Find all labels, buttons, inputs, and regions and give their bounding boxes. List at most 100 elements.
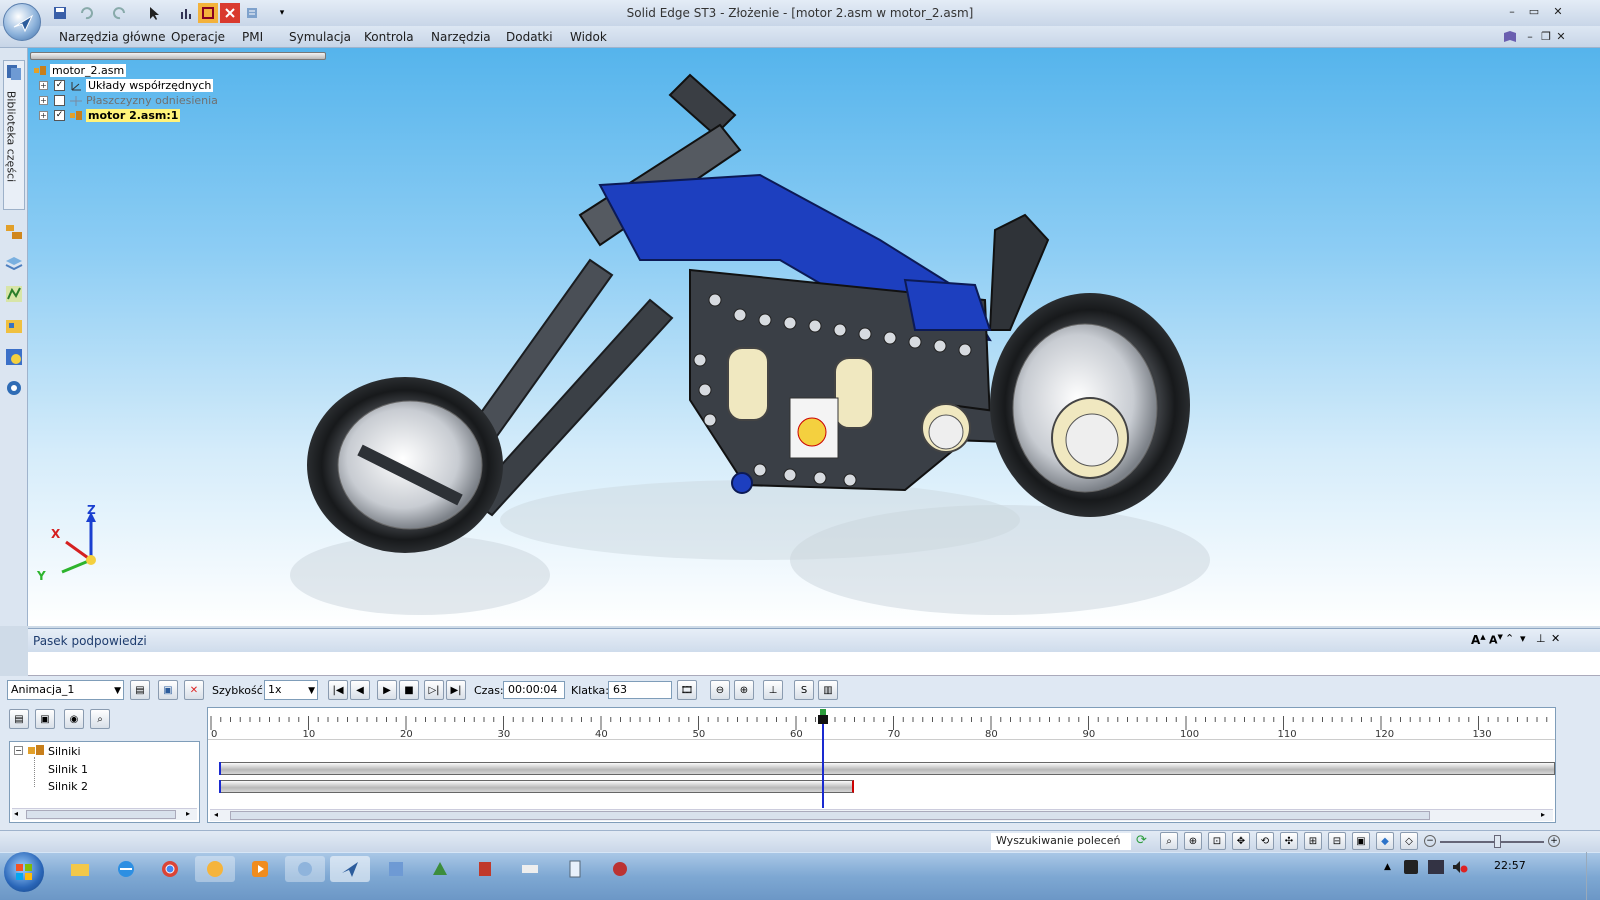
minimize-button[interactable]: – — [1504, 4, 1520, 20]
visibility-checkbox[interactable] — [54, 95, 65, 106]
fit-timeline-button[interactable]: ⊥ — [763, 680, 783, 700]
expand-icon[interactable]: + — [39, 111, 48, 120]
pan-icon[interactable]: ✥ — [1232, 832, 1250, 850]
close-hint-icon[interactable]: ✕ — [1551, 632, 1560, 645]
tray-expand-icon[interactable]: ▲ — [1384, 862, 1391, 872]
zoom-slider[interactable] — [1440, 841, 1544, 843]
expand-icon[interactable]: + — [39, 81, 48, 90]
family-icon[interactable] — [4, 316, 24, 336]
stop-button[interactable]: ■ — [399, 680, 419, 700]
timeline-hscrollbar[interactable]: ◂ ▸ — [210, 809, 1553, 821]
sketch-view-icon[interactable]: ⊟ — [1328, 832, 1346, 850]
tree-item-coordinate-systems[interactable]: + ✓ Układy współrzędnych — [33, 78, 233, 93]
3d-viewport[interactable] — [28, 48, 1600, 626]
tree-hscrollbar[interactable]: ◂ ▸ — [12, 808, 197, 820]
step-forward-button[interactable]: ▷| — [424, 680, 444, 700]
view-orient-icon[interactable]: ⊞ — [1304, 832, 1322, 850]
settings-gear-icon[interactable] — [4, 378, 24, 398]
tree-item-motor-asm[interactable]: + ✓ motor 2.asm:1 — [33, 108, 233, 123]
rendering-icon[interactable] — [4, 347, 24, 367]
go-to-start-button[interactable]: |◀ — [328, 680, 348, 700]
rotate-icon[interactable]: ⟲ — [1256, 832, 1274, 850]
shaded-icon[interactable]: ◆ — [1376, 832, 1394, 850]
app-task-icon-2[interactable] — [376, 856, 416, 882]
pin-icon[interactable]: ⊥ — [1536, 632, 1546, 645]
chevron-down-icon[interactable]: ▾ — [1520, 632, 1526, 645]
media-player-task-icon[interactable] — [240, 856, 280, 882]
collapse-up-icon[interactable]: ⌃ — [1505, 632, 1514, 645]
help-book-icon[interactable] — [1502, 29, 1518, 45]
start-button[interactable] — [4, 852, 44, 892]
app-task-icon[interactable] — [285, 856, 325, 882]
named-views-icon[interactable]: ▣ — [1352, 832, 1370, 850]
collapse-icon[interactable]: − — [14, 746, 23, 755]
command-search-input[interactable]: Wyszukiwanie poleceń — [991, 833, 1131, 850]
split-view-button[interactable]: ▥ — [818, 680, 838, 700]
scroll-right-icon[interactable]: ▸ — [186, 809, 190, 818]
add-motor-button[interactable]: ▤ — [9, 709, 29, 729]
application-button[interactable] — [3, 3, 41, 41]
scroll-right-icon[interactable]: ▸ — [1541, 810, 1545, 819]
speed-select[interactable]: 1x ▼ — [264, 680, 318, 700]
visibility-checkbox[interactable]: ✓ — [54, 80, 65, 91]
tab-dodatki[interactable]: Dodatki — [506, 30, 553, 44]
frame-field[interactable]: 63 — [608, 681, 672, 699]
font-increase-icon[interactable]: A▲ — [1471, 633, 1486, 647]
close-button[interactable]: ✕ — [1550, 4, 1566, 20]
timeline-ruler[interactable]: 0 10 20 30 40 50 60 70 80 90 100 110 120 130 — [208, 708, 1555, 740]
doc-close-button[interactable]: ✕ — [1553, 29, 1569, 45]
app-task-icon-5[interactable] — [510, 856, 550, 882]
spin-about-icon[interactable]: ✣ — [1280, 832, 1298, 850]
animation-select[interactable]: Animacja_1 ▼ — [7, 680, 124, 700]
tab-kontrola[interactable]: Kontrola — [364, 30, 414, 44]
tab-widok[interactable]: Widok — [570, 30, 607, 44]
tab-narzedzia[interactable]: Narzędzia — [431, 30, 491, 44]
camera-button[interactable]: ◉ — [64, 709, 84, 729]
motors-root-label[interactable]: Silniki — [48, 745, 81, 758]
maximize-button[interactable]: ▭ — [1526, 4, 1542, 20]
pathfinder-icon[interactable] — [4, 222, 24, 242]
solid-edge-task-icon[interactable] — [330, 856, 370, 882]
save-motors-button[interactable]: ▣ — [35, 709, 55, 729]
motorcycle-model[interactable] — [28, 48, 1600, 626]
timeline-tracks[interactable] — [208, 740, 1555, 810]
playhead-handle[interactable] — [818, 715, 828, 724]
wireframe-icon[interactable]: ◇ — [1400, 832, 1418, 850]
scroll-left-icon[interactable]: ◂ — [214, 810, 218, 819]
zoom-plus-icon[interactable]: + — [1548, 835, 1560, 847]
app-task-icon-7[interactable] — [600, 856, 640, 882]
motor-1-label[interactable]: Silnik 1 — [48, 763, 88, 776]
expand-icon[interactable]: + — [39, 96, 48, 105]
layers-icon[interactable] — [4, 253, 24, 273]
zoom-in-timeline-button[interactable]: ⊕ — [734, 680, 754, 700]
motor-2-label[interactable]: Silnik 2 — [48, 780, 88, 793]
scroll-thumb[interactable] — [26, 810, 176, 819]
refresh-icon[interactable]: ⟳ — [1136, 833, 1154, 849]
tray-icon-1[interactable] — [1404, 860, 1418, 874]
tab-symulacja[interactable]: Symulacja — [289, 30, 351, 44]
silnik-1-track[interactable] — [219, 762, 1555, 775]
tab-operacje[interactable]: Operacje — [171, 30, 225, 44]
sensors-icon[interactable] — [4, 284, 24, 304]
tree-root[interactable]: motor_2.asm — [33, 63, 233, 78]
scroll-left-icon[interactable]: ◂ — [14, 809, 18, 818]
doc-minimize-button[interactable]: – — [1522, 29, 1538, 45]
visibility-checkbox[interactable]: ✓ — [54, 110, 65, 121]
chrome-task-icon[interactable] — [150, 856, 190, 882]
go-to-end-button[interactable]: ▶| — [446, 680, 466, 700]
volume-muted-icon[interactable] — [1452, 860, 1468, 874]
doc-restore-button[interactable]: ❐ — [1538, 29, 1554, 45]
loop-button[interactable]: S — [794, 680, 814, 700]
mail-task-icon[interactable] — [195, 856, 235, 882]
zoom-slider-thumb[interactable] — [1494, 835, 1501, 848]
delete-animation-button[interactable]: ✕ — [184, 680, 204, 700]
explorer-task-icon[interactable] — [60, 856, 100, 882]
show-desktop-button[interactable] — [1586, 852, 1600, 900]
fit-icon[interactable]: ⊡ — [1208, 832, 1226, 850]
play-reverse-button[interactable]: ◀ — [350, 680, 370, 700]
camera-path-button[interactable]: ⌕ — [90, 709, 110, 729]
play-button[interactable]: ▶ — [377, 680, 397, 700]
pathfinder-splitter[interactable] — [30, 52, 326, 60]
tree-item-reference-planes[interactable]: + Płaszczyzny odniesienia — [33, 93, 233, 108]
silnik-2-track[interactable] — [219, 780, 854, 793]
